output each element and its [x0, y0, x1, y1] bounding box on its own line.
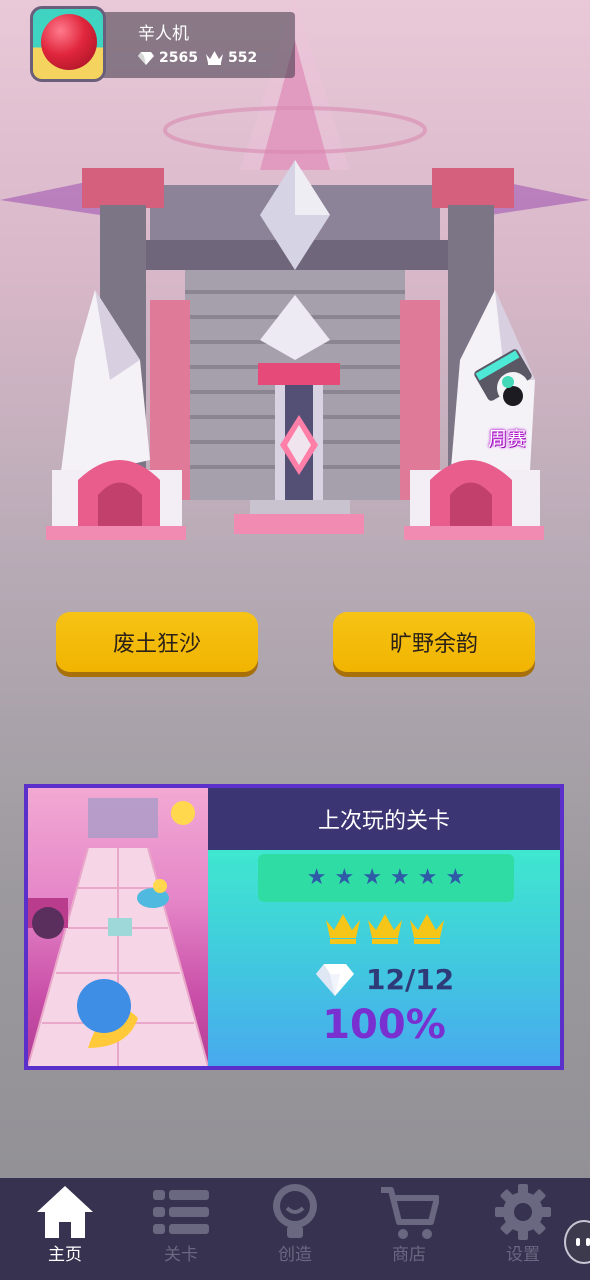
gem-counter: 2565	[138, 50, 198, 66]
level-thumbnail	[28, 788, 208, 1066]
list-icon	[153, 1190, 209, 1234]
star-icon: ★	[334, 865, 355, 890]
bottom-tab-bar: 主页 关卡 创造 商店 设置	[0, 1178, 590, 1280]
tab-levels[interactable]: 关卡	[122, 1178, 240, 1280]
mode-button-wilderness[interactable]: 旷野余韵	[333, 612, 535, 672]
crown-icon	[410, 914, 444, 944]
diamond-icon	[138, 52, 154, 65]
weekly-event-label: 周赛	[488, 428, 527, 450]
crown-icon	[206, 51, 223, 65]
avatar[interactable]	[30, 6, 106, 82]
diamond-icon	[316, 964, 354, 996]
star-icon: ★	[390, 865, 410, 890]
tab-shop[interactable]: 商店	[350, 1178, 468, 1280]
lightbulb-icon	[273, 1184, 317, 1238]
chat-face-icon	[576, 1238, 590, 1246]
tab-label: 主页	[48, 1245, 82, 1265]
last-level-title: 上次玩的关卡	[208, 788, 560, 850]
castle-scene	[0, 0, 590, 540]
gem-count: 2565	[159, 50, 198, 66]
tab-settings[interactable]: 设置	[464, 1178, 582, 1280]
player-profile[interactable]: 辛人机 2565 552	[30, 6, 295, 82]
crown-icon	[368, 914, 402, 944]
star-icon: ★	[306, 865, 327, 890]
tab-label: 关卡	[164, 1245, 198, 1265]
tab-label: 创造	[278, 1245, 312, 1265]
floating-chat-button[interactable]	[564, 1220, 590, 1264]
crown-counter: 552	[206, 50, 257, 66]
crown-count: 552	[228, 50, 258, 66]
crown-rating	[326, 914, 444, 944]
gem-progress-count: 12/12	[366, 962, 455, 996]
red-ball-icon	[41, 14, 97, 70]
level-stats: ★ ★ ★ ★ ★ ★ 12/12 100%	[208, 850, 560, 1066]
player-name: 辛人机	[138, 24, 189, 44]
cart-icon	[381, 1187, 439, 1239]
home-icon	[37, 1186, 93, 1238]
star-icon: ★	[417, 865, 438, 890]
profile-panel	[90, 12, 295, 78]
weekly-trophy-icon	[474, 349, 532, 406]
crown-icon	[326, 914, 360, 944]
star-icon: ★	[362, 865, 382, 890]
tab-create[interactable]: 创造	[236, 1178, 354, 1280]
completion-percent: 100%	[322, 1002, 446, 1048]
star-rating: ★ ★ ★ ★ ★ ★	[258, 854, 514, 902]
tab-label: 商店	[392, 1245, 426, 1265]
last-level-card[interactable]: 上次玩的关卡 ★ ★ ★ ★ ★ ★ 12/12 100%	[24, 784, 564, 1070]
tab-home[interactable]: 主页	[6, 1178, 124, 1280]
gear-icon	[495, 1184, 551, 1240]
mode-button-wasteland[interactable]: 废土狂沙	[56, 612, 258, 672]
star-icon: ★	[445, 865, 466, 890]
weekly-event-button[interactable]: 周赛	[468, 338, 548, 450]
gem-progress: 12/12	[316, 962, 454, 996]
